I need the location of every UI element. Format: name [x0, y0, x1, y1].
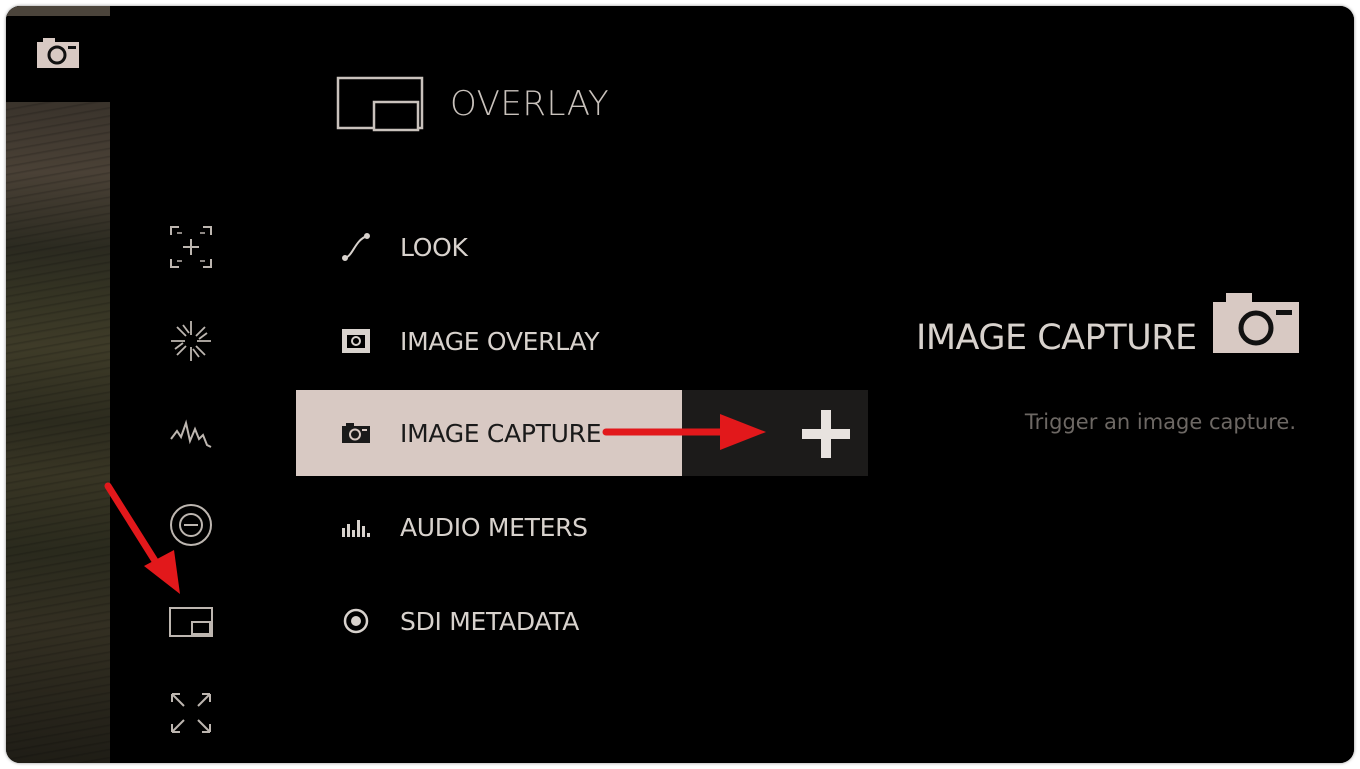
detail-description: Trigger an image capture. — [1024, 410, 1296, 434]
camera-icon — [336, 422, 376, 444]
menu-item-label: LOOK — [400, 232, 468, 262]
plus-icon — [802, 410, 850, 458]
menu-item-label: IMAGE OVERLAY — [400, 326, 600, 356]
exposure-comp-icon[interactable] — [168, 502, 214, 548]
camera-tab[interactable] — [6, 6, 110, 102]
curve-icon — [336, 232, 376, 262]
camera-icon — [37, 38, 79, 68]
sdi-metadata-icon — [336, 607, 376, 635]
overlay-icon[interactable] — [168, 598, 214, 644]
fullscreen-icon[interactable] — [168, 690, 214, 736]
menu-item-label: AUDIO METERS — [400, 512, 588, 542]
exposure-icon[interactable] — [168, 318, 214, 364]
camera-icon — [1213, 293, 1299, 353]
menu-item-label: IMAGE CAPTURE — [400, 418, 602, 448]
menu-item-image-capture[interactable]: IMAGE CAPTURE — [296, 390, 682, 476]
page-title: OVERLAY — [450, 84, 610, 124]
menu-item-sdi-metadata[interactable]: SDI METADATA — [296, 578, 682, 664]
menu-item-label: SDI METADATA — [400, 606, 580, 636]
overlay-icon — [336, 76, 424, 132]
menu-item-audio-meters[interactable]: AUDIO METERS — [296, 484, 682, 570]
audio-meters-icon — [336, 516, 376, 538]
image-overlay-icon — [336, 328, 376, 354]
focus-assist-icon[interactable] — [168, 224, 214, 270]
menu-item-look[interactable]: LOOK — [296, 204, 682, 290]
detail-title: IMAGE CAPTURE — [916, 318, 1197, 358]
video-background — [6, 6, 110, 763]
waveform-icon[interactable] — [168, 410, 214, 456]
menu-item-image-overlay[interactable]: IMAGE OVERLAY — [296, 298, 682, 384]
